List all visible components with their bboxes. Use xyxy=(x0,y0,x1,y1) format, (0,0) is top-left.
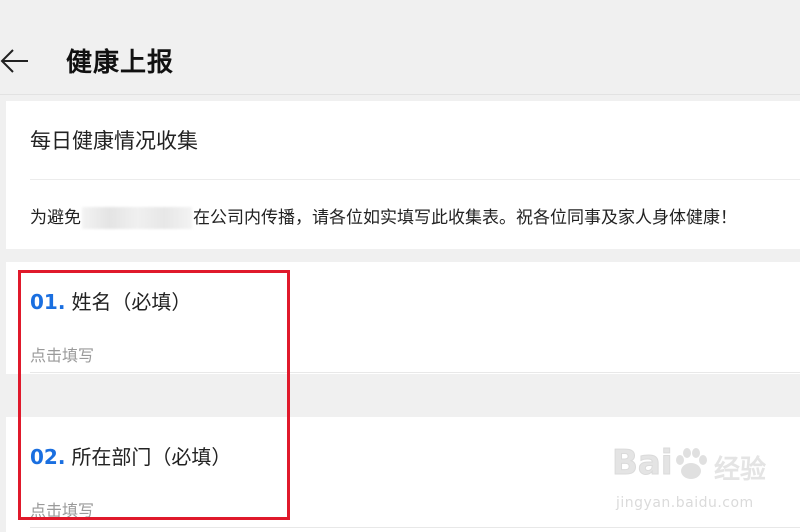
description-text-before: 为避免 xyxy=(30,208,81,228)
highlight-box xyxy=(18,270,290,520)
watermark-brand: Bai xyxy=(612,443,674,484)
form-description: 为避免 在公司内传播，请各位如实填写此收集表。祝各位同事及家人身体健康！ xyxy=(30,203,737,229)
form-title: 每日健康情况收集 xyxy=(30,129,198,153)
blurred-text xyxy=(82,207,192,229)
form-intro-card: 每日健康情况收集 为避免 在公司内传播，请各位如实填写此收集表。祝各位同事及家人身… xyxy=(6,101,800,249)
description-text-after: 在公司内传播，请各位如实填写此收集表。祝各位同事及家人身体健康！ xyxy=(193,208,737,228)
back-arrow-icon[interactable] xyxy=(0,46,30,76)
page-title: 健康上报 xyxy=(66,48,175,78)
top-bar: 健康上报 xyxy=(0,0,800,95)
divider xyxy=(30,179,800,180)
watermark-url: jingyan.baidu.com xyxy=(616,495,754,511)
watermark: Bai 经验 jingyan.baidu.com xyxy=(612,443,792,523)
paw-icon xyxy=(676,448,707,479)
watermark-name: 经验 xyxy=(714,455,767,485)
